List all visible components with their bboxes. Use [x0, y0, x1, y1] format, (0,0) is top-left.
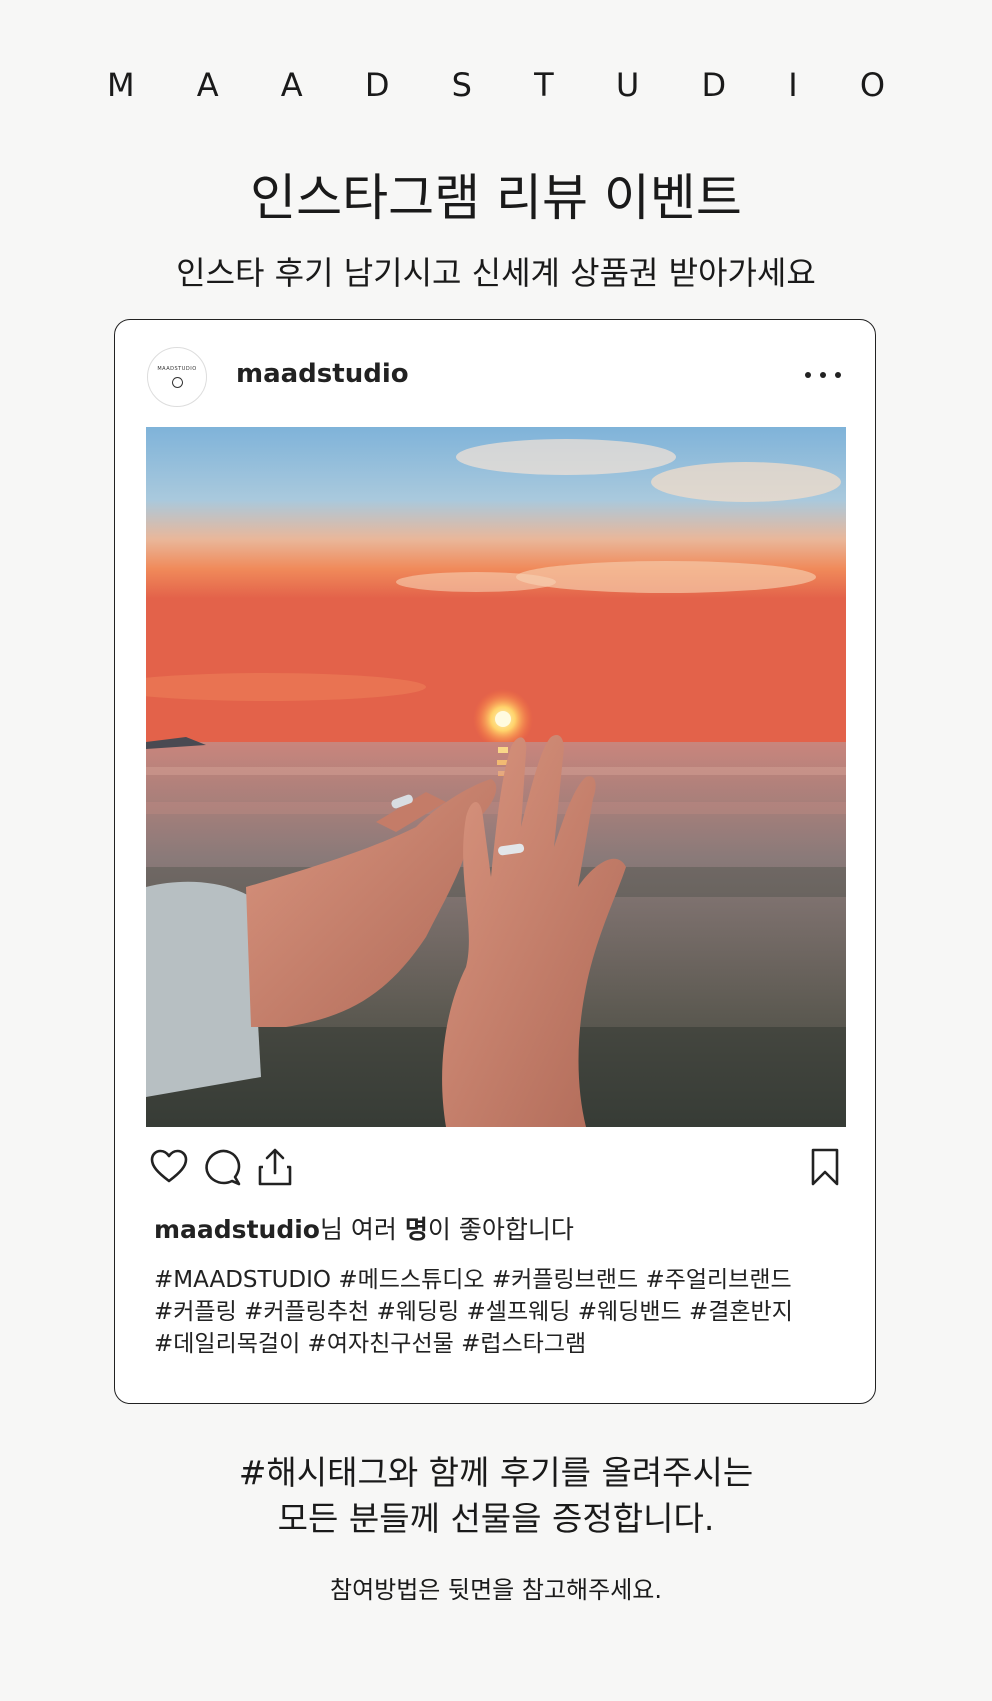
page-title: 인스타그램 리뷰 이벤트 — [250, 169, 742, 227]
likes-username[interactable]: maadstudio — [154, 1215, 320, 1244]
ring-icon — [171, 377, 183, 388]
post-actions — [149, 1147, 845, 1191]
avatar[interactable]: MAADSTUDIO — [147, 347, 207, 407]
instagram-post-card: MAADSTUDIO maadstudio maadstudio님 여러 명이 … — [114, 319, 876, 1404]
post-hashtags: #MAADSTUDIO #메드스튜디오 #커플링브랜드 #주얼리브랜드 #커플링… — [154, 1264, 844, 1360]
page-subtitle: 인스타 후기 남기시고 신세계 상품권 받아가세요 — [176, 254, 816, 292]
event-description: #해시태그와 함께 후기를 올려주시는 모든 분들께 선물을 증정합니다. — [0, 1450, 992, 1542]
hashtag-line: #MAADSTUDIO #메드스튜디오 #커플링브랜드 #주얼리브랜드 — [154, 1267, 792, 1293]
hashtag-line: #커플링 #커플링추천 #웨딩링 #셀프웨딩 #웨딩밴드 #결혼반지 — [154, 1299, 793, 1325]
sunset-hands-photo — [146, 427, 846, 1127]
likes-count-word[interactable]: 명 — [405, 1215, 428, 1244]
event-line-2: 모든 분들께 선물을 증정합니다. — [277, 1499, 715, 1538]
more-icon[interactable] — [805, 360, 841, 390]
heart-icon[interactable] — [149, 1147, 189, 1187]
likes-tail: 이 좋아합니다 — [427, 1215, 574, 1244]
share-icon[interactable] — [255, 1147, 295, 1187]
post-image — [146, 427, 846, 1127]
hashtag-line: #데일리목걸이 #여자친구선물 #럽스타그램 — [154, 1331, 587, 1357]
avatar-logo-text: MAADSTUDIO — [157, 366, 197, 372]
likes-text: maadstudio님 여러 명이 좋아합니다 — [154, 1210, 574, 1246]
event-line-1: #해시태그와 함께 후기를 올려주시는 — [238, 1453, 754, 1492]
post-username[interactable]: maadstudio — [236, 359, 409, 389]
brand-logo: M A A D S T U D I O — [106, 66, 912, 104]
likes-mid: 님 여러 — [319, 1215, 405, 1244]
comment-icon[interactable] — [202, 1147, 242, 1187]
participation-note: 참여방법은 뒷면을 참고해주세요. — [329, 1576, 662, 1604]
bookmark-icon[interactable] — [805, 1147, 845, 1187]
